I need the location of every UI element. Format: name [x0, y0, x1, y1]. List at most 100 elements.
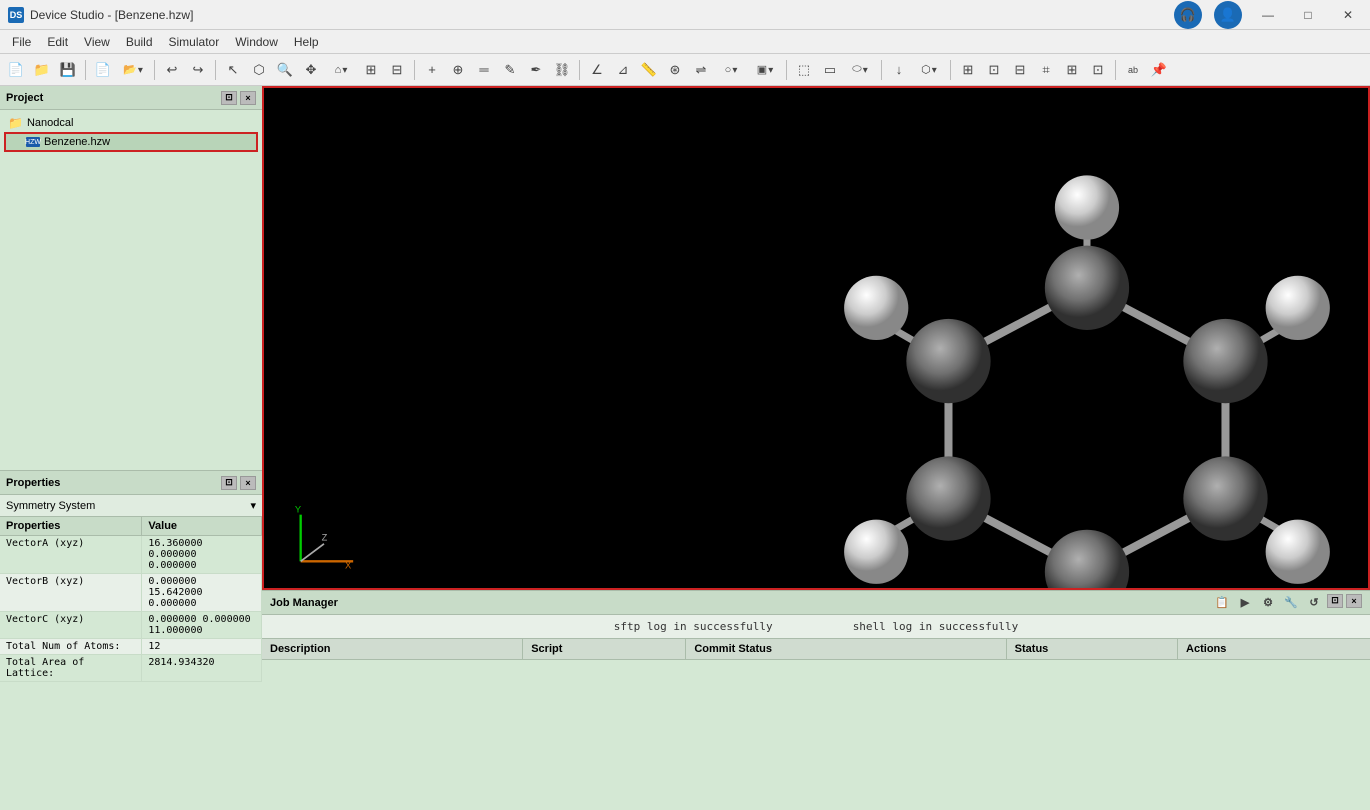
menu-view[interactable]: View: [76, 33, 118, 51]
lat3-button[interactable]: ⊟: [1008, 58, 1032, 82]
home-button[interactable]: ⌂: [325, 58, 357, 82]
new2-button[interactable]: 📄: [91, 58, 115, 82]
headset-icon[interactable]: 🎧: [1174, 1, 1202, 29]
menu-file[interactable]: File: [4, 33, 39, 51]
arr-down-button[interactable]: ↓: [887, 58, 911, 82]
job-mgr-close-btn[interactable]: ×: [1346, 594, 1362, 608]
job-mgr-icon1[interactable]: 📋: [1212, 594, 1232, 612]
project-tree: 📁 Nanodcal HZW Benzene.hzw →: [0, 110, 262, 470]
net-chevron: [932, 64, 937, 76]
grid-button[interactable]: ⊞: [359, 58, 383, 82]
ellipse-sel-button[interactable]: ⬭: [844, 58, 876, 82]
zoom-button[interactable]: 🔍: [273, 58, 297, 82]
job-table-area[interactable]: Description Script Commit Status Status …: [262, 639, 1370, 810]
symmetry-dropdown[interactable]: Symmetry System ▾: [0, 495, 262, 517]
sep5: [579, 60, 580, 80]
col-properties: Properties: [0, 517, 142, 536]
lat1-button[interactable]: ⊞: [956, 58, 980, 82]
bond-h-button[interactable]: ═: [472, 58, 496, 82]
prop-value: 2814.934320: [142, 655, 262, 682]
undo-button[interactable]: ↩: [160, 58, 184, 82]
root-label: Nanodcal: [27, 117, 73, 129]
tree-item-benzene[interactable]: HZW Benzene.hzw →: [4, 132, 258, 152]
restore-button[interactable]: □: [1294, 1, 1322, 29]
mirror-button[interactable]: ⇌: [689, 58, 713, 82]
title-bar-title: Device Studio - [Benzene.hzw]: [30, 8, 193, 22]
svg-text:X: X: [345, 560, 352, 570]
project-restore-btn[interactable]: ⊡: [221, 91, 237, 105]
left-panel: Project ⊡ × 📁 Nanodcal HZW Benzene.hzw →: [0, 86, 262, 810]
dih-button[interactable]: ⊿: [611, 58, 635, 82]
bond-s-button[interactable]: ✎: [498, 58, 522, 82]
close-button[interactable]: ✕: [1334, 1, 1362, 29]
col-description: Description: [262, 639, 523, 660]
job-mgr-icon3[interactable]: ⚙: [1258, 594, 1278, 612]
menu-build[interactable]: Build: [118, 33, 161, 51]
file-icon: HZW: [26, 137, 40, 147]
menu-edit[interactable]: Edit: [39, 33, 76, 51]
job-mgr-restore-btn[interactable]: ⊡: [1327, 594, 1343, 608]
add-button[interactable]: +: [420, 58, 444, 82]
prop-restore-btn[interactable]: ⊡: [221, 476, 237, 490]
job-mgr-icon5[interactable]: ↺: [1304, 594, 1324, 612]
col-commit-status: Commit Status: [686, 639, 1006, 660]
title-bar-right: 🎧 👤 — □ ✕: [1174, 1, 1362, 29]
prop-close-btn[interactable]: ×: [240, 476, 256, 490]
lasso-button[interactable]: ⬡: [247, 58, 271, 82]
sep7: [881, 60, 882, 80]
project-panel: Project ⊡ × 📁 Nanodcal HZW Benzene.hzw →: [0, 86, 262, 470]
job-mgr-icon4[interactable]: 🔧: [1281, 594, 1301, 612]
measure-button[interactable]: 📏: [637, 58, 661, 82]
menu-window[interactable]: Window: [227, 33, 286, 51]
grid2-button[interactable]: ⊟: [385, 58, 409, 82]
save-button[interactable]: 💾: [56, 58, 80, 82]
file-label: Benzene.hzw: [44, 136, 110, 148]
job-mgr-icon2[interactable]: ▶: [1235, 594, 1255, 612]
prop-value: 0.000000 0.00000011.000000: [142, 612, 262, 639]
prop-name: VectorC (xyz): [0, 612, 142, 639]
move-button[interactable]: ✥: [299, 58, 323, 82]
job-manager: Job Manager 📋 ▶ ⚙ 🔧 ↺ ⊡ × sftp log in su…: [262, 590, 1370, 810]
sftp-status: sftp log in successfully: [614, 620, 773, 633]
properties-panel-header: Properties ⊡ ×: [0, 471, 262, 495]
lat6-button[interactable]: ⊡: [1086, 58, 1110, 82]
bond-chain-button[interactable]: ✒: [524, 58, 548, 82]
sym-button[interactable]: ⊛: [663, 58, 687, 82]
canvas-area[interactable]: Y X Z: [262, 86, 1370, 590]
lat5-button[interactable]: ⊞: [1060, 58, 1084, 82]
lat4-button[interactable]: ⌗: [1034, 58, 1058, 82]
rect-sel-button[interactable]: ▭: [818, 58, 842, 82]
sel-all-chevron: [768, 64, 773, 76]
lat2-button[interactable]: ⊡: [982, 58, 1006, 82]
prop-value: 16.360000 0.0000000.000000: [142, 536, 262, 574]
sel-ring-chevron: [732, 64, 737, 76]
prop-value: 12: [142, 639, 262, 655]
folder-icon: 📁: [8, 116, 23, 130]
project-close-btn[interactable]: ×: [240, 91, 256, 105]
prop-name: VectorB (xyz): [0, 574, 142, 612]
menu-simulator[interactable]: Simulator: [161, 33, 228, 51]
pin-button[interactable]: 📌: [1147, 58, 1171, 82]
bond-w-button[interactable]: ⛓: [550, 58, 574, 82]
title-bar: DS Device Studio - [Benzene.hzw] 🎧 👤 — □…: [0, 0, 1370, 30]
user-icon[interactable]: 👤: [1214, 1, 1242, 29]
redo-button[interactable]: ↪: [186, 58, 210, 82]
chevron-down-icon: ▾: [250, 499, 256, 512]
select-button[interactable]: ↖: [221, 58, 245, 82]
angle-button[interactable]: ∠: [585, 58, 609, 82]
properties-panel-buttons: ⊡ ×: [221, 476, 256, 490]
job-manager-title: Job Manager: [270, 597, 338, 609]
box-button[interactable]: ⬚: [792, 58, 816, 82]
sep9: [1115, 60, 1116, 80]
add-atom-button[interactable]: ⊕: [446, 58, 470, 82]
text-button[interactable]: ab: [1121, 58, 1145, 82]
minimize-button[interactable]: —: [1254, 1, 1282, 29]
open2-button[interactable]: 📂: [117, 58, 149, 82]
tree-root-nanodcal[interactable]: 📁 Nanodcal: [4, 114, 258, 132]
net-button[interactable]: ⬡: [913, 58, 945, 82]
new-button[interactable]: 📄: [4, 58, 28, 82]
menu-help[interactable]: Help: [286, 33, 327, 51]
sel-all-button[interactable]: ▣: [749, 58, 781, 82]
open-button[interactable]: 📁: [30, 58, 54, 82]
sel-ring-button[interactable]: ○: [715, 58, 747, 82]
